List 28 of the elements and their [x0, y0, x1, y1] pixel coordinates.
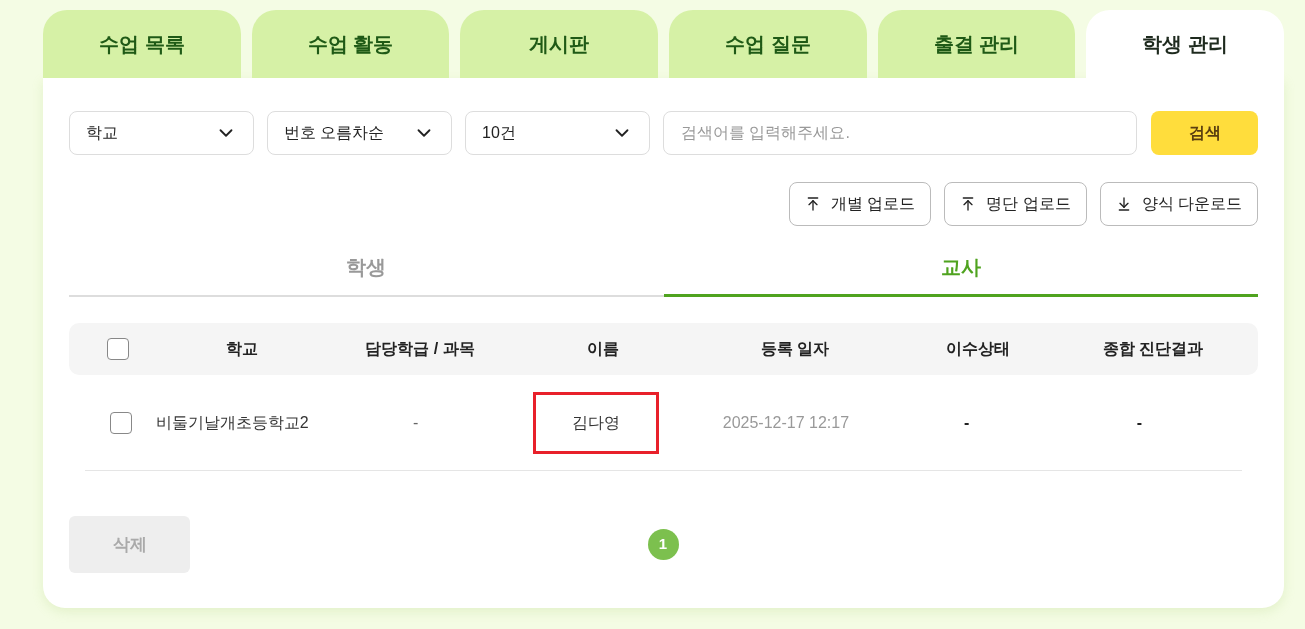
dropdown[interactable]: 번호 오름차순	[267, 111, 452, 155]
tab[interactable]: 학생 관리	[1086, 10, 1285, 78]
table-cell: 김다영	[533, 391, 660, 454]
search-button[interactable]: 검색	[1151, 111, 1258, 155]
dropdown[interactable]: 10건	[465, 111, 650, 155]
table-cell-text: -	[963, 412, 970, 433]
column-header: 등록 일자	[760, 339, 830, 359]
action-button[interactable]: 개별 업로드	[788, 182, 932, 226]
column-header: 이수상태	[946, 339, 1010, 359]
action-button[interactable]: 명단 업로드	[944, 182, 1087, 226]
checkbox[interactable]	[107, 338, 129, 360]
column-header: 종합 진단결과	[1102, 339, 1204, 359]
search-field[interactable]: 검색어를 입력해주세요.	[663, 111, 1137, 155]
table-cell-text: 비둘기날개초등학교2	[155, 412, 309, 433]
tab[interactable]: 게시판	[460, 10, 658, 78]
table-cell-text: -	[1136, 412, 1142, 433]
tab[interactable]: 수업 질문	[669, 10, 867, 78]
tab[interactable]: 수업 목록	[43, 10, 241, 78]
column-header: 이름	[587, 339, 619, 359]
dropdown[interactable]: 학교	[69, 111, 254, 155]
tab[interactable]: 출결 관리	[877, 10, 1076, 78]
table-cell-text: 2025-12-17 12:17	[722, 412, 850, 433]
column-header: 담당학급 / 과목	[365, 339, 475, 359]
action-button[interactable]: 양식 다운로드	[1099, 182, 1258, 226]
table-cell-text: -	[413, 412, 419, 433]
column-header: 학교	[226, 339, 258, 359]
tab[interactable]: 수업 활동	[251, 10, 450, 78]
checkbox[interactable]	[110, 411, 133, 434]
